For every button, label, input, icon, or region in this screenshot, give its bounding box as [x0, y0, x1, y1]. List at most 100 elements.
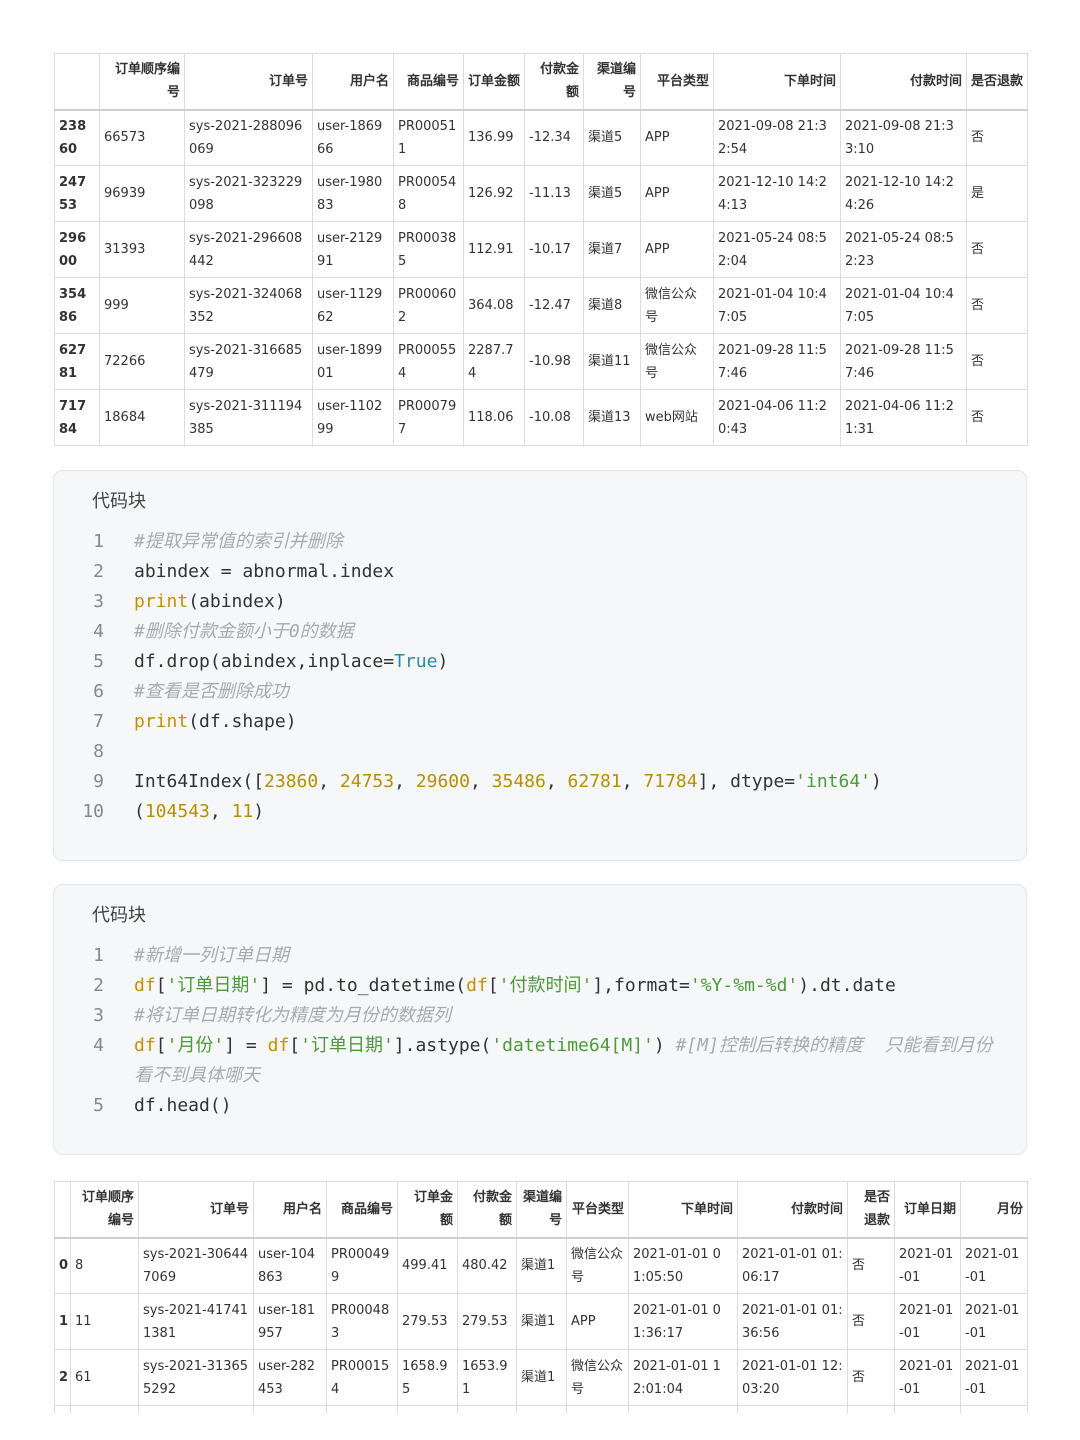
table-cell: 否 — [966, 221, 1028, 278]
code-token: , — [318, 771, 340, 792]
row-index-cell: 0 — [54, 1237, 71, 1294]
code-token: ) — [653, 1035, 676, 1056]
code-text: df.drop(abindex,inplace=True) — [134, 647, 996, 677]
line-number: 2 — [93, 561, 104, 582]
code-token: 24753 — [339, 771, 395, 792]
table-cell: 2021-09-08 21:32:54 — [713, 109, 841, 166]
line-number: 9 — [93, 771, 104, 792]
table-row: 24753 96939 sys-2021-323229098 user-198083 P… — [54, 165, 1028, 222]
line-number: 6 — [93, 681, 104, 702]
table-cell: PR000602 — [393, 277, 464, 334]
table-cell: 2021-01-04 10:47:05 — [840, 277, 967, 334]
table-cell: 2021-01-01 01:05:50 — [628, 1237, 738, 1294]
table-cell: -12.34 — [524, 109, 584, 166]
code-token: #新增一列订单日期 — [134, 945, 289, 966]
table-cell: user-181957 — [253, 1293, 327, 1350]
table-cell: PR000548 — [393, 165, 464, 222]
code-token: #将订单日期转化为精度为月份的数据列 — [134, 1005, 451, 1026]
code-text: #查看是否删除成功 — [134, 677, 996, 707]
code-token: ] = — [224, 1035, 268, 1056]
table-cell: PR000511 — [393, 109, 464, 166]
code-text: #新增一列订单日期 — [134, 941, 996, 971]
code-token: 23860 — [264, 771, 319, 792]
column-header: 付款时间 — [840, 53, 967, 111]
table-cell: 2021-09-08 21:33:10 — [840, 109, 967, 166]
table-cell: PR000385 — [393, 221, 464, 278]
table-cell: 2021-01-01 01:36:56 — [737, 1293, 848, 1350]
table-cell: 480.42 — [457, 1237, 517, 1294]
table-cell: sys-2021-296608442 — [184, 221, 313, 278]
column-header: 付款金额 — [524, 53, 584, 111]
code-token: 35486 — [491, 771, 546, 792]
code-block-title: 代码块 — [92, 905, 146, 926]
code-line: 7 print(df.shape) — [54, 707, 1026, 737]
table-cell: -11.13 — [524, 165, 584, 222]
table-cell: 66573 — [99, 109, 185, 166]
column-header: 下单时间 — [713, 53, 841, 111]
line-number: 1 — [93, 531, 104, 552]
column-header: 订单号 — [138, 1181, 254, 1239]
table-cell: sys-2021-316685479 — [184, 333, 313, 390]
table-header-row: 订单顺序编号 订单号 用户名 商品编号 订单金额 付款金额 渠道编号 平台类型 下单时间 付款时间… — [54, 1181, 1028, 1239]
table-cell: 渠道13 — [583, 389, 641, 446]
table-cell: 999 — [99, 277, 185, 334]
column-header — [54, 53, 100, 111]
line-number: 7 — [93, 711, 104, 732]
table-cell: 2021-01-01 01:36:17 — [628, 1293, 738, 1350]
table-row: 29600 31393 sys-2021-296608442 user-212991 P… — [54, 221, 1028, 278]
line-number: 8 — [93, 741, 104, 762]
code-text: abindex = abnormal.index — [134, 557, 996, 587]
page-bottom-mask — [0, 1413, 1080, 1440]
table-cell: 2021-01-01 12:03:20 — [737, 1349, 848, 1406]
table-cell: 8 — [70, 1237, 139, 1294]
code-token: '订单日期' — [300, 1035, 394, 1056]
table-cell: 2021-01-01 — [894, 1237, 961, 1294]
code-token: 104543 — [144, 801, 210, 822]
table-cell: 否 — [847, 1237, 895, 1294]
row-index-cell: 1 — [54, 1293, 71, 1350]
code-token: (abindex) — [188, 591, 286, 612]
line-number: 4 — [93, 621, 104, 642]
row-index-cell: 24753 — [54, 165, 100, 222]
table-cell: user-212991 — [312, 221, 394, 278]
table-cell: 2021-01-04 10:47:05 — [713, 277, 841, 334]
table-row: 1 11 sys-2021-417411381 user-181957 PR000483… — [54, 1293, 1028, 1350]
table-row: 62781 72266 sys-2021-316685479 user-189901 P… — [54, 333, 1028, 390]
table-cell: -10.17 — [524, 221, 584, 278]
df-head-table: 订单顺序编号 订单号 用户名 商品编号 订单金额 付款金额 渠道编号 平台类型 下单时间 付款时间… — [54, 1181, 1028, 1426]
code-token: [ — [289, 1035, 301, 1056]
table-cell: 微信公众号 — [640, 277, 714, 334]
table-cell: user-112962 — [312, 277, 394, 334]
table-row: 35486 999 sys-2021-324068352 user-112962 PR0… — [54, 277, 1028, 334]
table-cell: APP — [640, 109, 714, 166]
code-token: df — [466, 975, 488, 996]
table-row: 0 8 sys-2021-306447069 user-104863 PR000499 4… — [54, 1237, 1028, 1294]
table-cell: 112.91 — [463, 221, 525, 278]
table-cell: 2021-01-01 — [894, 1349, 961, 1406]
code-token: Int64Index([ — [134, 771, 265, 792]
table-cell: user-189901 — [312, 333, 394, 390]
code-token: abindex = abnormal.index — [134, 561, 395, 582]
line-number: 5 — [93, 1095, 104, 1116]
code-block: 代码块 1 #新增一列订单日期 2 df['订单日期'] = pd.to_dateti… — [53, 884, 1027, 1155]
code-text: df.head() — [134, 1091, 996, 1121]
code-lines: 1 #提取异常值的索引并删除 2 abindex = abnormal.index 3 p… — [54, 527, 1026, 827]
table-cell: 136.99 — [463, 109, 525, 166]
table-cell: PR000499 — [326, 1237, 398, 1294]
code-token: 11 — [231, 801, 254, 822]
code-token: #提取异常值的索引并删除 — [134, 531, 343, 552]
table-cell: 否 — [966, 109, 1028, 166]
code-token: '订单日期' — [166, 975, 261, 996]
column-header: 订单金额 — [397, 1181, 458, 1239]
table-cell: user-282453 — [253, 1349, 327, 1406]
code-token: ],format= — [592, 975, 690, 996]
table-cell: 2021-01-01 — [960, 1237, 1028, 1294]
table-cell: web网站 — [640, 389, 714, 446]
table-cell: 2021-01-01 — [960, 1293, 1028, 1350]
table-cell: 61 — [70, 1349, 139, 1406]
code-block-title: 代码块 — [92, 491, 146, 512]
code-token: df — [134, 1035, 156, 1056]
column-header: 是否退款 — [966, 53, 1028, 111]
table-cell: 126.92 — [463, 165, 525, 222]
code-line: 5 df.drop(abindex,inplace=True) — [54, 647, 1026, 677]
